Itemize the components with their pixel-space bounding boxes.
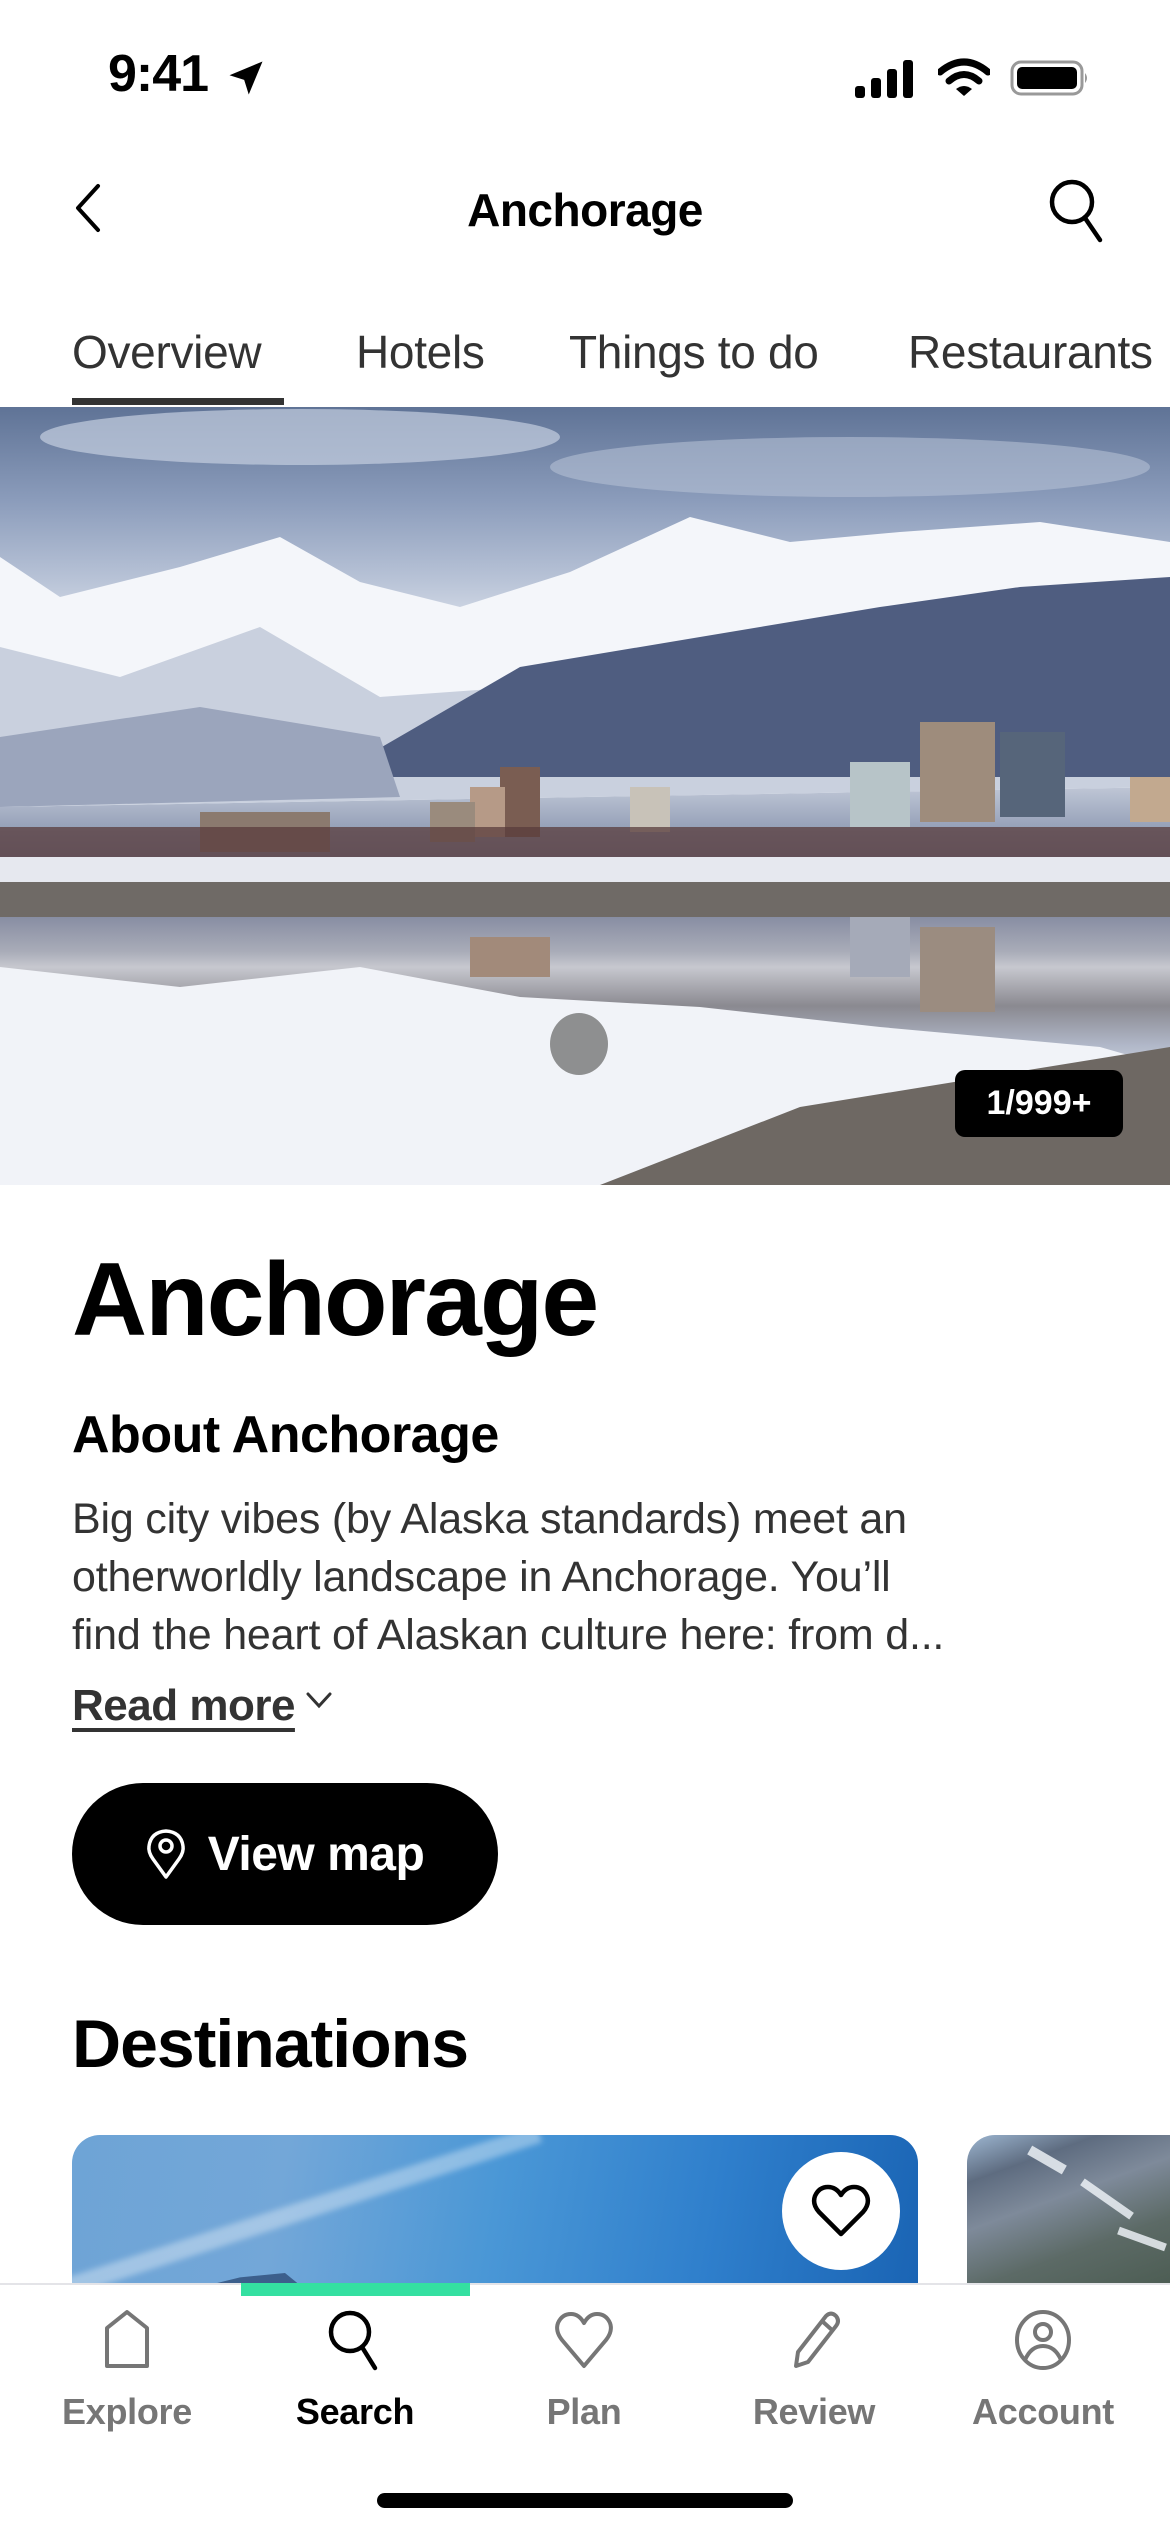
tab-hotels[interactable]: Hotels — [356, 316, 485, 388]
status-time: 9:41 — [108, 45, 209, 103]
view-map-label: View map — [207, 1827, 425, 1881]
bottom-tab-account[interactable]: Account — [943, 2308, 1143, 2438]
pencil-icon — [794, 2311, 840, 2368]
bottom-tab-explore[interactable]: Explore — [27, 2308, 227, 2438]
about-description: Big city vibes (by Alaska standards) mee… — [72, 1490, 1112, 1664]
nav-title: Anchorage — [467, 184, 703, 236]
bottom-tab-label: Explore — [62, 2391, 192, 2432]
about-line: find the heart of Alaskan culture here: … — [72, 1611, 945, 1659]
home-indicator[interactable] — [377, 2493, 793, 2508]
home-icon — [105, 2310, 149, 2368]
search-icon — [328, 2310, 378, 2371]
section-tabs: Overview Hotels Things to do Restaurants — [0, 316, 1170, 406]
location-arrow-icon — [229, 61, 263, 95]
bottom-tab-label: Account — [972, 2391, 1114, 2432]
about-line: Big city vibes (by Alaska standards) mee… — [72, 1495, 907, 1543]
heart-icon — [555, 2312, 613, 2368]
touch-indicator — [550, 1013, 608, 1075]
bottom-tab-search[interactable]: Search — [255, 2308, 455, 2438]
cellular-signal-icon — [855, 60, 913, 98]
destination-card[interactable] — [967, 2135, 1170, 2295]
card-photo-detail — [1117, 2226, 1167, 2252]
destinations-heading: Destinations — [72, 2006, 469, 2082]
tab-overview[interactable]: Overview — [72, 316, 262, 388]
about-heading: About Anchorage — [72, 1406, 499, 1464]
battery-icon — [1010, 60, 1087, 96]
view-map-button[interactable]: View map — [72, 1783, 498, 1925]
photo-counter-badge: 1/999+ — [955, 1070, 1123, 1137]
bottom-tab-label: Plan — [546, 2391, 622, 2432]
save-favorite-button[interactable] — [782, 2152, 900, 2270]
card-photo-detail — [1027, 2145, 1067, 2175]
active-bottom-tab-indicator — [241, 2283, 470, 2296]
tab-restaurants[interactable]: Restaurants — [908, 316, 1153, 388]
chevron-down-icon — [306, 1692, 332, 1709]
search-icon[interactable] — [1040, 172, 1116, 248]
page-title: Anchorage — [72, 1242, 599, 1358]
card-photo-detail — [72, 2135, 543, 2295]
wifi-icon — [938, 58, 990, 96]
tab-things-to-do[interactable]: Things to do — [569, 316, 819, 388]
heart-outline-icon — [811, 2184, 871, 2237]
account-circle-icon — [1015, 2310, 1071, 2370]
active-tab-indicator — [72, 398, 284, 405]
map-pin-icon — [146, 1829, 185, 1879]
bottom-tab-label: Search — [295, 2391, 415, 2432]
card-photo-detail — [1080, 2178, 1134, 2220]
read-more-link[interactable]: Read more — [72, 1676, 333, 1736]
read-more-label: Read more — [72, 1681, 295, 1730]
about-line: otherworldly landscape in Anchorage. You… — [72, 1553, 891, 1601]
bottom-tab-plan[interactable]: Plan — [484, 2308, 684, 2438]
bottom-tab-review[interactable]: Review — [714, 2308, 914, 2438]
bottom-tab-label: Review — [752, 2391, 876, 2432]
